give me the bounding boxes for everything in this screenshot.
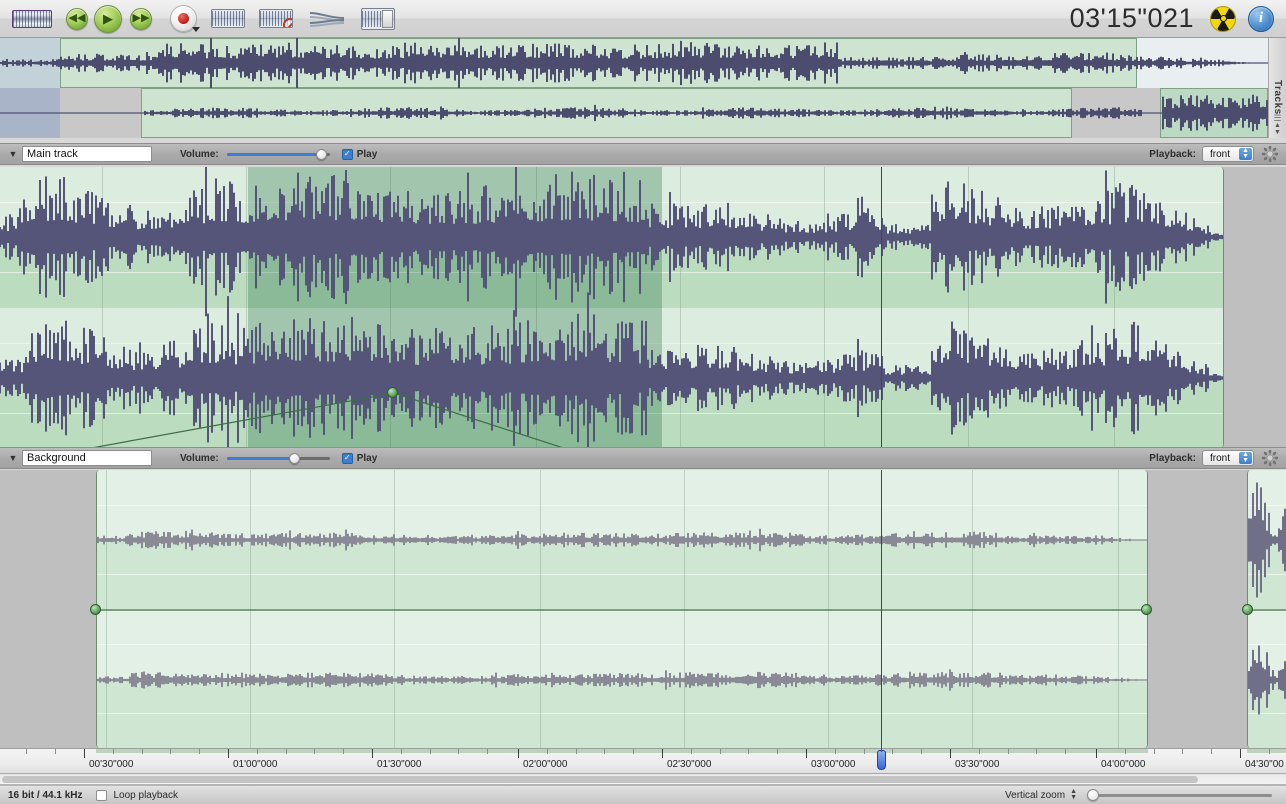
overview-lane-background[interactable] bbox=[0, 88, 1268, 138]
gear-icon[interactable] bbox=[1261, 449, 1279, 467]
vertical-zoom-stepper[interactable]: ▲ ▼ bbox=[1070, 788, 1077, 801]
waveform-pane-background[interactable] bbox=[0, 470, 1286, 748]
waveform-main bbox=[0, 167, 1223, 448]
waveform-background-1 bbox=[97, 528, 1147, 691]
playback-select-main[interactable]: front ▲ ▼ bbox=[1202, 146, 1254, 162]
chevron-updown-icon[interactable]: ▲ ▼ bbox=[1239, 147, 1252, 160]
volume-slider-background[interactable] bbox=[226, 452, 330, 464]
ruler-label: 02'00"000 bbox=[523, 759, 568, 770]
volume-slider-main[interactable] bbox=[226, 148, 330, 160]
playback-label-background: Playback: bbox=[1149, 452, 1196, 464]
record-dot-icon bbox=[178, 13, 189, 24]
play-button[interactable]: ▶ bbox=[94, 4, 122, 33]
rewind-glyph: ◀◀ bbox=[68, 12, 86, 24]
volume-label-main: Volume: bbox=[180, 148, 219, 160]
playback-select-background[interactable]: front ▲ ▼ bbox=[1202, 450, 1254, 466]
envelope-point-main-1[interactable] bbox=[387, 387, 398, 398]
playback-value-main: front bbox=[1210, 148, 1231, 160]
ruler-label: 04'00"000 bbox=[1101, 759, 1146, 770]
ruler-clip-band-2 bbox=[1247, 749, 1286, 753]
horizontal-scrollbar[interactable] bbox=[0, 774, 1286, 785]
track-disclosure-main-icon[interactable]: ▼ bbox=[6, 149, 20, 159]
waveform-pane-main[interactable] bbox=[0, 167, 1286, 448]
envelope-point-bg-1[interactable] bbox=[90, 604, 101, 615]
ruler-label: 04'30"00 bbox=[1245, 759, 1284, 770]
chevron-updown-icon[interactable]: ▲ ▼ bbox=[1239, 451, 1252, 464]
tracks-rail[interactable]: Tracks ☰ ▲ ▼ bbox=[1268, 38, 1286, 138]
play-glyph: ▶ bbox=[103, 11, 113, 26]
status-bar: 16 bit / 44.1 kHz Loop playback Vertical… bbox=[0, 785, 1286, 804]
playhead-main[interactable] bbox=[881, 167, 882, 448]
play-label-background: Play bbox=[356, 452, 378, 464]
track-header-background: ▼ Background Volume: ✓ Play Playback: fr… bbox=[0, 447, 1286, 469]
audio-format-label: 16 bit / 44.1 kHz bbox=[8, 789, 83, 801]
vertical-zoom-slider[interactable] bbox=[1087, 789, 1272, 801]
loop-playback-label: Loop playback bbox=[113, 789, 178, 801]
loop-playback-checkbox[interactable] bbox=[96, 789, 108, 801]
envelope-point-bg-2[interactable] bbox=[1141, 604, 1152, 615]
vertical-zoom-label: Vertical zoom bbox=[1005, 789, 1066, 801]
playhead-background[interactable] bbox=[881, 470, 882, 748]
ruler-label: 02'30"000 bbox=[667, 759, 712, 770]
ruler-label: 01'00"000 bbox=[233, 759, 278, 770]
waveform-background-2 bbox=[1248, 482, 1286, 715]
document-page-icon bbox=[382, 9, 393, 28]
track-name-input-background[interactable]: Background bbox=[22, 450, 152, 466]
track-disclosure-background-icon[interactable]: ▼ bbox=[6, 453, 20, 463]
stepper-down-icon[interactable]: ▼ bbox=[1070, 794, 1077, 801]
overview-panel[interactable]: Tracks ☰ ▲ ▼ bbox=[0, 38, 1286, 138]
info-glyph: i bbox=[1258, 10, 1264, 26]
playback-value-background: front bbox=[1210, 452, 1231, 464]
rail-grip-icon[interactable]: ☰ bbox=[1273, 114, 1281, 123]
ruler-clip-band-1 bbox=[96, 749, 1148, 753]
playhead-marker[interactable] bbox=[877, 743, 886, 770]
tracks-rail-label: Tracks bbox=[1272, 80, 1283, 115]
audio-editor-window: ◀◀ ▶ ▶▶ 03'15"021 i Tracks ☰ ▲ ▼ ▼ Main … bbox=[0, 0, 1286, 804]
ruler-label: 03'30"000 bbox=[955, 759, 1000, 770]
track-header-main: ▼ Main track Volume: ✓ Play Playback: fr… bbox=[0, 143, 1286, 165]
play-checkbox-main[interactable]: ✓ bbox=[341, 148, 353, 160]
prohibited-icon bbox=[283, 18, 292, 27]
timeline-ruler[interactable]: 00'30"000 01'00"000 01'30"000 02'00"000 02'3… bbox=[0, 743, 1286, 774]
envelope-point-bg-3[interactable] bbox=[1242, 604, 1253, 615]
play-checkbox-background[interactable]: ✓ bbox=[341, 452, 353, 464]
volume-label-background: Volume: bbox=[180, 452, 219, 464]
delete-selection-icon[interactable] bbox=[259, 9, 293, 28]
audio-clip-background-1[interactable] bbox=[96, 470, 1148, 748]
ruler-label: 03'00"000 bbox=[811, 759, 856, 770]
forward-glyph: ▶▶ bbox=[132, 12, 150, 24]
crossfade-icon[interactable] bbox=[309, 9, 345, 29]
ruler-label: 00'30"000 bbox=[89, 759, 134, 770]
scrollbar-thumb[interactable] bbox=[2, 776, 1198, 783]
play-label-main: Play bbox=[356, 148, 378, 160]
rail-scroll-arrows[interactable]: ▲ ▼ bbox=[1274, 122, 1281, 138]
trim-selection-icon[interactable] bbox=[211, 9, 245, 28]
split-document-icon[interactable] bbox=[361, 7, 395, 30]
rail-scroll-down-icon[interactable]: ▼ bbox=[1274, 129, 1281, 136]
playback-label-main: Playback: bbox=[1149, 148, 1196, 160]
audio-clip-main[interactable] bbox=[0, 167, 1224, 448]
overview-waveform-main bbox=[0, 38, 1268, 88]
rewind-button[interactable]: ◀◀ bbox=[66, 7, 88, 30]
rail-scroll-up-icon[interactable]: ▲ bbox=[1274, 122, 1281, 129]
track-name-input-main[interactable]: Main track bbox=[22, 146, 152, 162]
ruler-label: 01'30"000 bbox=[377, 759, 422, 770]
overview-lane-main[interactable] bbox=[0, 38, 1268, 88]
burn-icon[interactable] bbox=[1210, 5, 1236, 32]
forward-button[interactable]: ▶▶ bbox=[130, 7, 152, 30]
gear-icon[interactable] bbox=[1261, 145, 1279, 163]
time-display: 03'15"021 bbox=[1069, 3, 1194, 33]
record-button[interactable] bbox=[170, 5, 200, 32]
toolbar: ◀◀ ▶ ▶▶ 03'15"021 i bbox=[0, 0, 1286, 38]
record-options-caret-icon[interactable] bbox=[192, 27, 200, 32]
overview-waveform-background bbox=[0, 94, 1268, 132]
info-icon[interactable]: i bbox=[1248, 5, 1274, 32]
edit-waveform-icon[interactable] bbox=[0, 9, 58, 28]
